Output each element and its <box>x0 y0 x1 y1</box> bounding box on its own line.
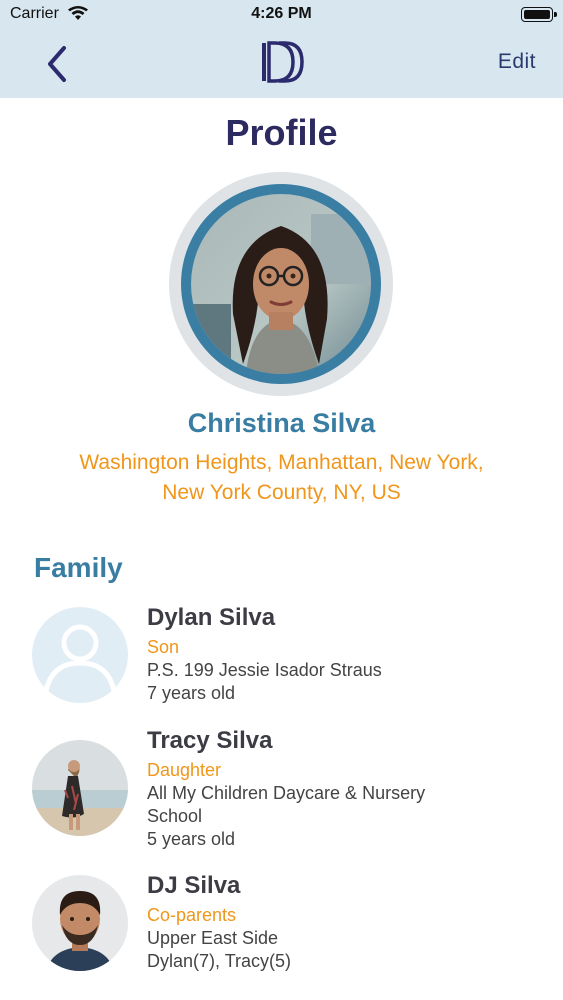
address-line-2: New York County, NY, US <box>162 481 401 504</box>
address-line-1: Washington Heights, Manhattan, New York, <box>79 451 484 474</box>
profile-avatar[interactable] <box>169 172 393 396</box>
member-name: Tracy Silva <box>147 727 273 754</box>
member-role: Daughter <box>147 760 222 780</box>
status-bar: Carrier 4:26 PM <box>0 0 563 30</box>
avatar-placeholder <box>32 607 128 703</box>
member-school: P.S. 199 Jessie Isador Straus <box>147 660 382 680</box>
person-placeholder-icon <box>32 607 128 703</box>
girl-beach-image <box>32 740 128 836</box>
dd-logo-icon <box>262 41 304 83</box>
member-details: DJ Silva Co-parents Upper East Side Dyla… <box>147 871 507 973</box>
edit-button[interactable]: Edit <box>498 50 536 74</box>
member-school: All My Children Daycare & Nursery <box>147 783 426 803</box>
battery-cap <box>554 12 557 17</box>
chevron-left-icon[interactable] <box>40 44 76 84</box>
avatar-photo <box>32 740 128 836</box>
member-age: 7 years old <box>147 683 236 703</box>
member-role: Co-parents <box>147 905 237 925</box>
member-location: Upper East Side <box>147 928 279 948</box>
member-name: DJ Silva <box>147 872 241 899</box>
member-school-continued: School <box>147 806 203 826</box>
battery-fill <box>524 10 550 19</box>
family-section-title: Family <box>34 552 123 583</box>
woman-portrait-image <box>191 194 371 374</box>
battery-icon <box>521 7 557 22</box>
member-name: Dylan Silva <box>147 604 276 631</box>
member-details: Tracy Silva Daughter All My Children Day… <box>147 726 507 851</box>
navigation-bar: Carrier 4:26 PM Edit <box>0 0 563 98</box>
avatar-border <box>181 184 381 384</box>
status-time: 4:26 PM <box>251 5 312 22</box>
member-age: 5 years old <box>147 829 236 849</box>
profile-name: Christina Silva <box>187 408 376 438</box>
avatar-photo <box>32 875 128 971</box>
man-portrait-image <box>32 875 128 971</box>
member-children: Dylan(7), Tracy(5) <box>147 951 292 971</box>
member-details: Dylan Silva Son P.S. 199 Jessie Isador S… <box>147 603 507 705</box>
page-title: Profile <box>225 112 338 153</box>
profile-photo <box>191 194 371 374</box>
profile-address: Washington Heights, Manhattan, New York,… <box>20 448 543 508</box>
member-role: Son <box>147 637 180 657</box>
